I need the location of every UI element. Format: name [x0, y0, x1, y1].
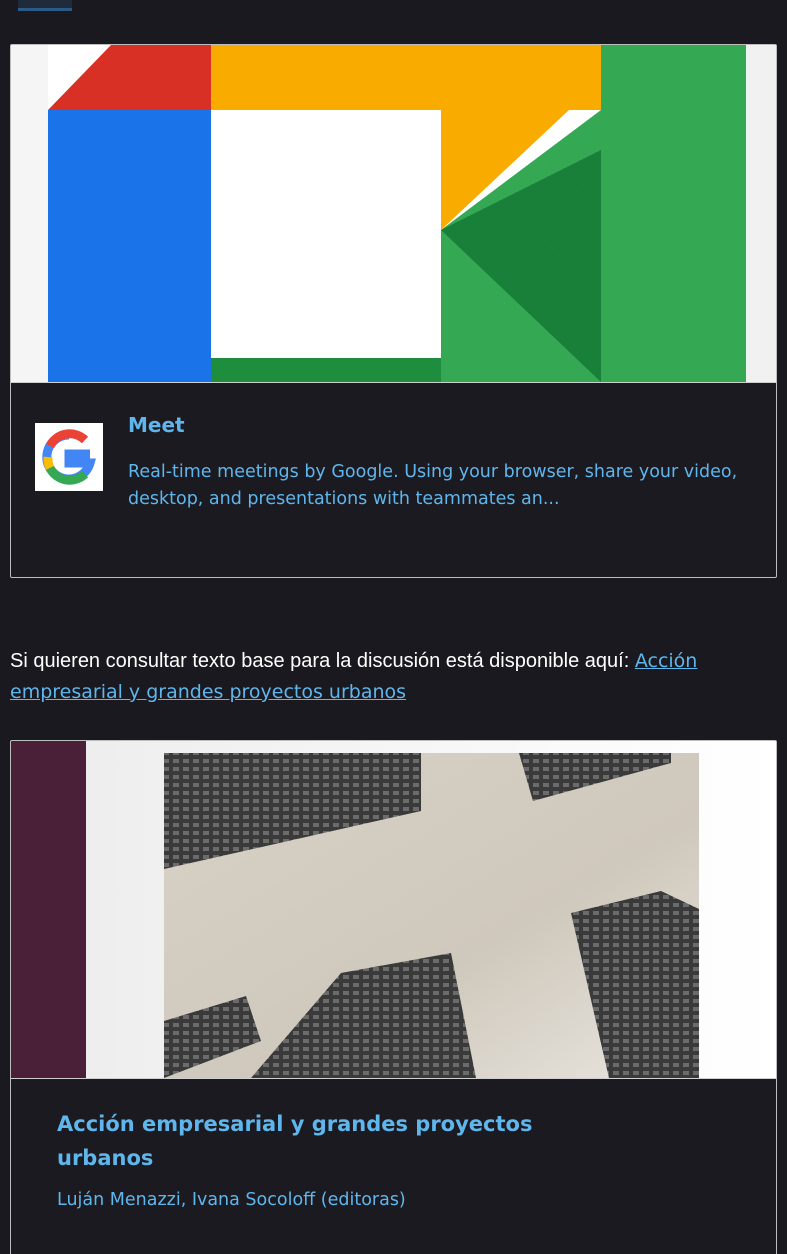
book-card-title[interactable]: Acción empresarial y grandes proyectos u… — [57, 1107, 617, 1175]
meet-card-body: Meet Real-time meetings by Google. Using… — [11, 382, 776, 509]
message-paragraph: Si quieren consultar texto base para la … — [10, 646, 780, 708]
book-link-preview-card[interactable]: Acción empresarial y grandes proyectos u… — [10, 740, 777, 1254]
meet-card-title[interactable]: Meet — [128, 413, 185, 437]
meet-link-preview-card[interactable]: Meet Real-time meetings by Google. Using… — [10, 44, 777, 578]
book-card-body: Acción empresarial y grandes proyectos u… — [11, 1078, 776, 1210]
meet-card-description: Real-time meetings by Google. Using your… — [128, 462, 738, 509]
google-meet-logo-icon — [11, 45, 776, 382]
page: Meet Real-time meetings by Google. Using… — [0, 0, 787, 1254]
book-card-authors: Luján Menazzi, Ivana Socoloff (editoras) — [57, 1190, 406, 1210]
book-hero-image[interactable] — [11, 741, 776, 1078]
google-g-logo-icon — [35, 423, 103, 491]
paragraph-text: Si quieren consultar texto base para la … — [10, 650, 635, 672]
skyscrapers-cover-icon — [11, 741, 776, 1078]
meet-hero-image[interactable] — [11, 45, 776, 382]
top-tab-indicator — [18, 0, 72, 11]
